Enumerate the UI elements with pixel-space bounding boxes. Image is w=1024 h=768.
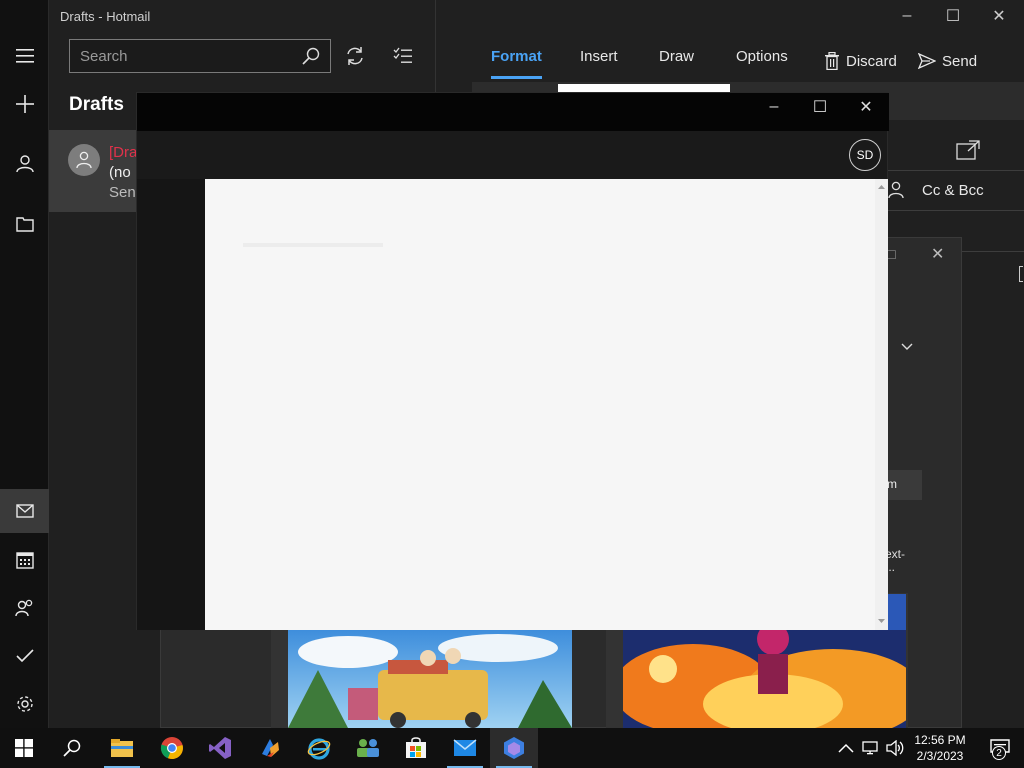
app-button[interactable]: [246, 728, 294, 768]
folders-button[interactable]: [0, 202, 49, 246]
popout-icon: [956, 140, 980, 160]
taskbar: 12:56 PM 2/3/2023: [0, 728, 1024, 768]
loading-placeholder: [243, 243, 383, 247]
overlay-content: [205, 179, 875, 630]
clock[interactable]: 12:56 PM 2/3/2023: [906, 732, 974, 764]
send-button[interactable]: Send: [918, 46, 977, 76]
people-switch-button[interactable]: [0, 586, 49, 630]
todo-icon: [15, 649, 34, 663]
font-box[interactable]: [558, 84, 730, 92]
mail-app: Drafts - Hotmail Drafts [Dra (no Sent Fo…: [0, 0, 1024, 768]
mail-taskbar-button[interactable]: [441, 728, 489, 768]
account-icon: [15, 155, 34, 173]
system-tray: [838, 728, 904, 768]
calendar-icon: [15, 552, 34, 569]
overlay-minimize-button[interactable]: –: [751, 93, 797, 121]
clock-date: 2/3/2023: [916, 749, 964, 763]
send-icon: [918, 53, 936, 69]
file-explorer-icon: [111, 739, 133, 757]
navigation-rail: [0, 0, 49, 728]
new-mail-button[interactable]: [0, 82, 49, 126]
selection-mode-button[interactable]: [387, 40, 419, 72]
sync-button[interactable]: [339, 40, 371, 72]
calendar-switch-button[interactable]: [0, 538, 49, 582]
hamburger-icon: [15, 49, 34, 63]
tab-draw[interactable]: Draw: [659, 48, 694, 78]
todo-switch-button[interactable]: [0, 634, 49, 678]
file-explorer-button[interactable]: [98, 728, 146, 768]
person-icon: [76, 151, 92, 169]
chrome-icon: [160, 737, 183, 760]
checklist-icon: [393, 47, 412, 63]
app-title: Drafts - Hotmail: [60, 9, 151, 24]
mail-icon: [453, 739, 477, 756]
minimize-button[interactable]: –: [884, 0, 930, 32]
hamburger-button[interactable]: [0, 34, 49, 78]
search-icon[interactable]: [302, 47, 320, 65]
search-icon: [63, 739, 81, 757]
overlay-titlebar: – ☐ ✕: [137, 93, 889, 131]
store-icon: [406, 737, 426, 758]
chevron-down-icon[interactable]: [901, 338, 913, 356]
discard-label: Discard: [846, 52, 897, 70]
cc-bcc-button[interactable]: Cc & Bcc: [922, 182, 984, 199]
search-box[interactable]: [69, 39, 331, 73]
mail-switch-button[interactable]: [0, 489, 49, 533]
overlay-close-button[interactable]: ✕: [843, 93, 889, 121]
people-icon: [14, 599, 32, 617]
start-button[interactable]: [0, 728, 48, 768]
text-cursor-icon: [1019, 266, 1023, 282]
tab-options[interactable]: Options: [736, 48, 788, 78]
mail-icon: [15, 504, 34, 518]
window-controls: – ☐ ✕: [884, 0, 1024, 32]
overlay-window: – ☐ ✕ SD: [136, 92, 889, 630]
folder-icon: [15, 217, 34, 232]
settings-icon: [16, 696, 33, 712]
send-label: Send: [942, 52, 978, 70]
app-icon: [262, 739, 279, 757]
edge-button[interactable]: [295, 728, 343, 768]
folder-heading: Drafts: [69, 94, 124, 115]
trash-icon: [825, 52, 839, 70]
people-app-button[interactable]: [344, 728, 392, 768]
game-thumbnail-overcooked[interactable]: [288, 630, 572, 728]
windows-logo-icon: [15, 739, 33, 757]
account-button[interactable]: [0, 142, 49, 186]
tab-insert[interactable]: Insert: [580, 48, 618, 78]
popout-button[interactable]: [952, 134, 984, 166]
person-icon: [888, 181, 904, 199]
hexagon-app-icon: [504, 737, 524, 759]
tab-format[interactable]: Format: [491, 48, 542, 79]
visual-studio-icon: [209, 737, 231, 759]
clock-time: 12:56 PM: [914, 733, 966, 747]
popup-snippet: ext-: [885, 547, 906, 561]
scrollbar[interactable]: [875, 179, 888, 630]
close-button[interactable]: ✕: [976, 0, 1022, 32]
popup-close-icon[interactable]: ✕: [931, 244, 944, 264]
discard-button[interactable]: Discard: [824, 46, 897, 76]
settings-button[interactable]: [0, 682, 49, 726]
new-mail-icon: [15, 95, 34, 113]
profile-avatar[interactable]: SD: [849, 139, 881, 171]
overlay-sidebar: [137, 179, 205, 630]
chrome-button[interactable]: [148, 728, 196, 768]
sync-icon: [347, 47, 363, 65]
notification-count-badge: 2: [992, 746, 1006, 760]
active-app-button[interactable]: [490, 728, 538, 768]
internet-explorer-icon: [307, 738, 331, 760]
maximize-button[interactable]: ☐: [930, 0, 976, 32]
visual-studio-button[interactable]: [196, 728, 244, 768]
volume-icon[interactable]: [886, 740, 904, 756]
network-people-icon: [357, 739, 379, 757]
search-input[interactable]: [80, 47, 302, 65]
overlay-maximize-button[interactable]: ☐: [797, 93, 843, 121]
network-icon[interactable]: [862, 740, 880, 756]
avatar: [68, 144, 100, 176]
chevron-up-icon[interactable]: [838, 743, 854, 753]
search-taskbar-button[interactable]: [48, 728, 96, 768]
popup-snippet: m: [887, 477, 897, 491]
store-button[interactable]: [392, 728, 440, 768]
